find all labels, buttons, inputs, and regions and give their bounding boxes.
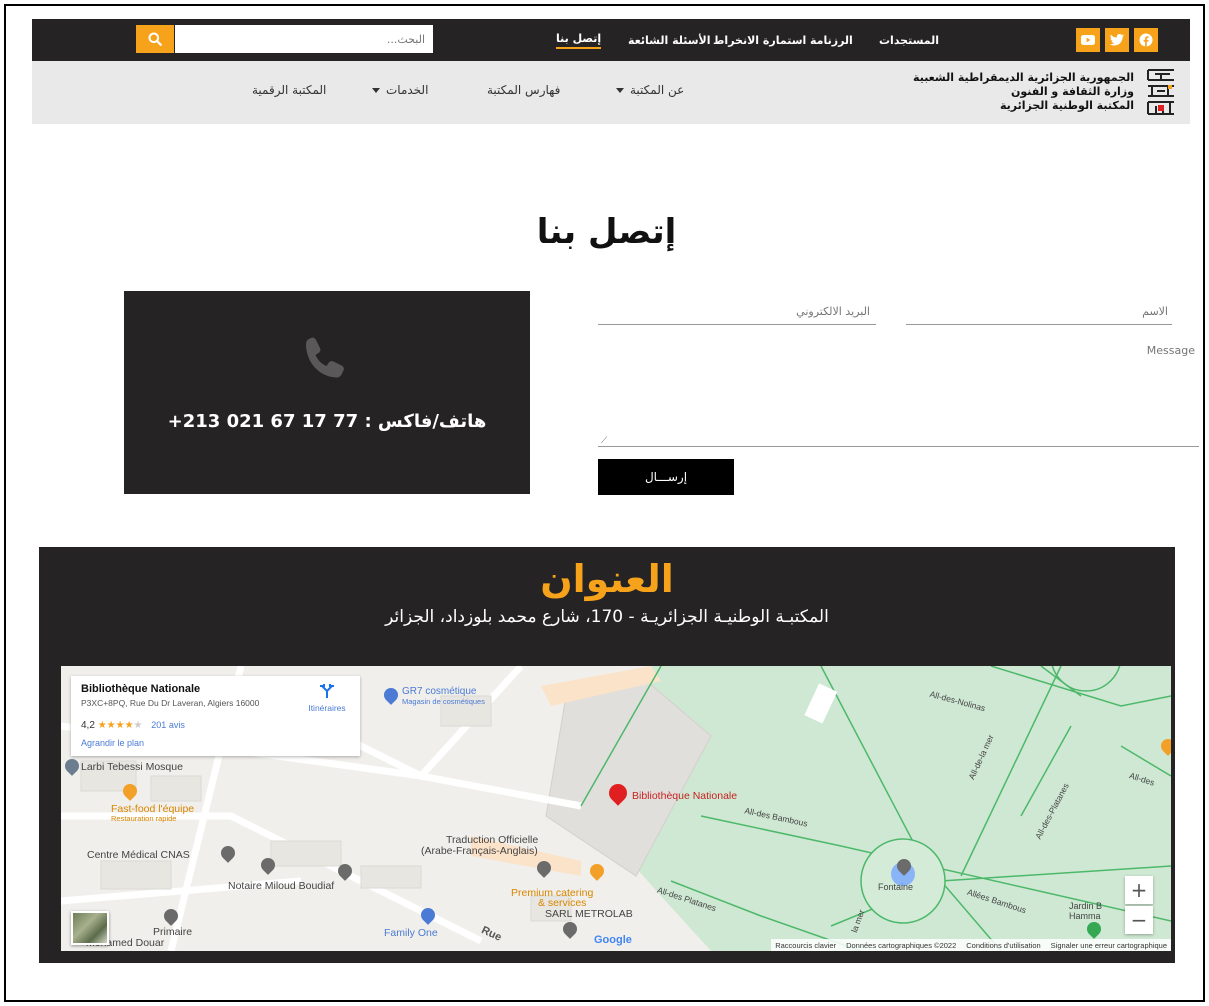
name-field[interactable] <box>906 298 1172 325</box>
place-address: P3XC+8PQ, Rue Du Dr Laveran, Algiers 160… <box>81 698 260 708</box>
menu-services-label: الخدمات <box>386 83 429 97</box>
phone-fax-number: هاتف/فاكس : 77 17 67 021 213+ <box>167 411 487 432</box>
secondary-header: الجمهورية الجزائرية الديمقراطية الشعبية … <box>32 61 1190 124</box>
nav-membership-label: استمارة الانخراط <box>713 33 807 47</box>
nav-faq-label: الأسئلة الشائعة <box>628 33 711 47</box>
menu-catalogs[interactable]: فهارس المكتبة <box>487 83 560 97</box>
address-section: العنوان المكتبـة الوطنيـة الجزائريـة - 1… <box>39 547 1175 963</box>
rating-stars-icon: ★★★★ <box>97 720 134 731</box>
directions-label: Itinéraires <box>308 703 346 713</box>
chevron-down-icon <box>372 88 380 93</box>
google-logo: Google <box>594 934 632 946</box>
label-gr7: GR7 cosmétique <box>402 686 477 697</box>
search-input[interactable] <box>175 25 433 53</box>
page-title: إتصل بنا <box>536 212 677 252</box>
nav-contact-label: إتصل بنا <box>556 32 602 49</box>
menu-about-label: عن المكتبة <box>630 83 685 97</box>
twitter-icon[interactable] <box>1105 28 1129 52</box>
org-line-republic: الجمهورية الجزائرية الديمقراطية الشعبية <box>913 71 1134 84</box>
directions-button[interactable]: Itinéraires <box>299 683 355 713</box>
chevron-down-icon <box>616 88 624 93</box>
nav-updates-label: المستجدات <box>879 33 940 47</box>
message-field[interactable] <box>598 338 1199 447</box>
place-info-card: Bibliothèque Nationale P3XC+8PQ, Rue Du … <box>71 676 360 756</box>
satellite-toggle[interactable] <box>71 911 109 945</box>
menu-digital-library[interactable]: المكتبة الرقمية <box>252 83 326 97</box>
menu-catalogs-label: فهارس المكتبة <box>487 83 561 97</box>
label-bibliotheque: Bibliothèque Nationale <box>632 790 738 802</box>
youtube-icon[interactable] <box>1076 28 1100 52</box>
nav-membership-form[interactable]: استمارة الانخراط <box>713 19 806 61</box>
menu-digital-label: المكتبة الرقمية <box>252 83 327 97</box>
nav-contact[interactable]: إتصل بنا <box>556 19 602 61</box>
page-frame: المستجدات الرزنامة استمارة الانخراط الأس… <box>4 4 1205 1002</box>
label-traduction-sub: (Arabe-Français-Anglais) <box>421 845 538 857</box>
enlarge-map-link[interactable]: Agrandir le plan <box>81 738 144 748</box>
reviews-link[interactable]: 201 avis <box>151 720 185 730</box>
label-family: Family One <box>384 927 438 939</box>
email-field[interactable] <box>598 298 876 325</box>
address-title: العنوان <box>540 557 674 601</box>
org-line-ministry: وزارة الثقافة و الفنون <box>1011 85 1134 98</box>
phone-card: هاتف/فاكس : 77 17 67 021 213+ <box>124 291 530 494</box>
address-text: المكتبـة الوطنيـة الجزائريـة - 170، شارع… <box>385 607 829 627</box>
facebook-icon[interactable] <box>1134 28 1158 52</box>
library-logo <box>1147 69 1174 115</box>
top-bar: المستجدات الرزنامة استمارة الانخراط الأس… <box>32 19 1190 61</box>
label-sarl: SARL METROLAB <box>545 908 633 920</box>
nav-updates[interactable]: المستجدات <box>879 19 939 61</box>
organization-name: الجمهورية الجزائرية الديمقراطية الشعبية … <box>913 71 1134 113</box>
zoom-in-button[interactable]: + <box>1125 876 1153 904</box>
nav-faq[interactable]: الأسئلة الشائعة <box>628 19 711 61</box>
label-mosque: Larbi Tebessi Mosque <box>81 761 183 773</box>
place-rating: 4,2 ★★★★★ 201 avis <box>81 720 185 731</box>
label-gr7-sub: Magasin de cosmétiques <box>402 697 485 706</box>
org-line-library: المكتبة الوطنية الجزائرية <box>999 99 1134 112</box>
search-button[interactable] <box>136 25 174 53</box>
send-button[interactable]: إرســـال <box>598 459 734 495</box>
label-fontaine: Fontaine <box>878 882 914 892</box>
menu-services[interactable]: الخدمات <box>366 83 428 97</box>
terms-link[interactable]: Conditions d'utilisation <box>966 941 1040 950</box>
resize-handle-icon[interactable]: ⟋ <box>601 436 607 446</box>
search-icon <box>148 32 162 46</box>
map-embed[interactable]: Bibliothèque Nationale P3XC+8PQ, Rue Du … <box>61 666 1171 951</box>
menu-about[interactable]: عن المكتبة <box>610 83 684 97</box>
label-fastfood-sub: Restauration rapide <box>111 814 177 823</box>
nav-calendar[interactable]: الرزنامة <box>810 19 853 61</box>
place-name: Bibliothèque Nationale <box>81 683 201 695</box>
phone-icon <box>306 337 344 378</box>
label-cnas: Centre Médical CNAS <box>87 849 190 861</box>
keyboard-shortcuts-link[interactable]: Raccourcis clavier <box>775 941 836 950</box>
nav-calendar-label: الرزنامة <box>810 33 853 47</box>
zoom-out-button[interactable]: − <box>1125 906 1153 934</box>
label-notaire: Notaire Miloud Boudiaf <box>228 880 335 892</box>
map-attribution: Raccourcis clavier Données cartographiqu… <box>771 939 1171 951</box>
report-error-link[interactable]: Signaler une erreur cartographique <box>1051 941 1167 950</box>
rating-value: 4,2 <box>81 720 95 731</box>
rating-star-empty-icon: ★ <box>133 720 143 731</box>
map-data-label: Données cartographiques ©2022 <box>846 940 957 950</box>
label-jardin-sub: Hamma <box>1069 911 1101 921</box>
directions-icon <box>320 683 334 698</box>
label-jardin: Jardin B <box>1069 901 1103 911</box>
